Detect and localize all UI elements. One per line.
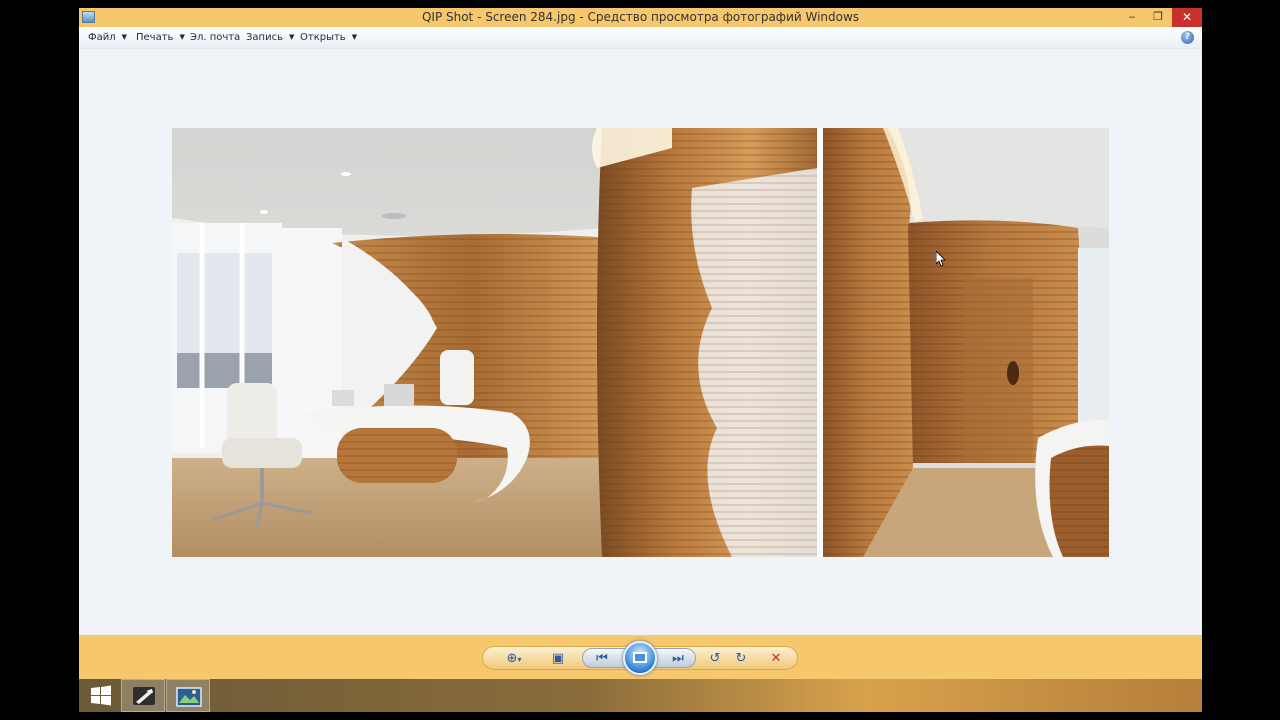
window-title: QIP Shot - Screen 284.jpg - Средство про…	[421, 10, 860, 24]
windows-logo-icon	[91, 685, 111, 706]
menu-burn-label: Запись	[246, 32, 283, 43]
menu-open[interactable]: Открыть ▼	[300, 32, 357, 43]
minimize-button[interactable]: ‒	[1118, 8, 1146, 27]
menu-print-label: Печать	[136, 32, 174, 43]
chevron-down-icon: ▼	[288, 33, 295, 41]
actual-size-icon: ▣	[551, 651, 565, 666]
actual-size-button[interactable]: ▣	[543, 647, 573, 671]
magnifier-icon: ⊕	[506, 651, 518, 666]
restore-button[interactable]: ❐	[1144, 8, 1172, 27]
zoom-button[interactable]: ⊕▾	[499, 647, 529, 671]
close-button[interactable]: ✕	[1172, 8, 1202, 27]
chevron-down-icon: ▼	[121, 33, 128, 41]
title-bar[interactable]: QIP Shot - Screen 284.jpg - Средство про…	[79, 8, 1202, 27]
rotate-right-button[interactable]: ↻	[729, 647, 753, 671]
menu-file-label: Файл	[88, 32, 116, 43]
rotate-right-icon: ↻	[735, 651, 747, 666]
mouse-cursor-icon	[935, 250, 946, 271]
displayed-photo[interactable]	[172, 128, 1109, 557]
menu-file[interactable]: Файл ▼	[88, 32, 127, 43]
task-qip-shot[interactable]	[121, 679, 165, 712]
qip-shot-icon	[133, 687, 155, 705]
delete-button[interactable]: ✕	[763, 647, 789, 671]
office-with-wooden-wave-wall	[172, 128, 817, 557]
chevron-down-icon: ▼	[179, 33, 185, 41]
photo-viewer-icon	[176, 687, 202, 707]
slideshow-button[interactable]	[623, 641, 657, 675]
controls-pill: ⊕▾ ▣ ⏮ ⏭ ↺ ↻ ✕	[482, 641, 798, 675]
slideshow-icon	[633, 652, 647, 663]
rotate-left-button[interactable]: ↺	[703, 647, 727, 671]
wooden-corridor-with-door	[823, 128, 1109, 557]
help-icon[interactable]: ?	[1181, 31, 1194, 44]
next-icon: ⏭	[672, 651, 684, 666]
menu-burn[interactable]: Запись ▼	[246, 32, 294, 43]
start-button[interactable]	[81, 679, 125, 712]
viewer-toolbar: ⊕▾ ▣ ⏮ ⏭ ↺ ↻ ✕	[79, 635, 1202, 679]
taskbar	[79, 679, 1202, 712]
chevron-down-icon: ▼	[351, 33, 358, 41]
menu-open-label: Открыть	[300, 32, 346, 43]
photo-viewer-window: QIP Shot - Screen 284.jpg - Средство про…	[79, 8, 1202, 712]
menu-bar: Файл ▼ Печать ▼ Эл. почта Запись ▼ Открыть ▼…	[79, 27, 1202, 49]
delete-icon: ✕	[770, 651, 782, 666]
next-button[interactable]: ⏭	[665, 649, 691, 669]
rotate-left-icon: ↺	[709, 651, 721, 666]
previous-button[interactable]: ⏮	[589, 649, 615, 669]
menu-print[interactable]: Печать ▼	[136, 32, 185, 43]
chevron-down-icon: ▾	[517, 655, 522, 664]
screen: QIP Shot - Screen 284.jpg - Средство про…	[0, 0, 1280, 720]
previous-icon: ⏮	[596, 651, 608, 666]
menu-email-label: Эл. почта	[190, 32, 241, 43]
menu-email[interactable]: Эл. почта	[190, 32, 240, 43]
task-photo-viewer[interactable]	[166, 679, 210, 712]
